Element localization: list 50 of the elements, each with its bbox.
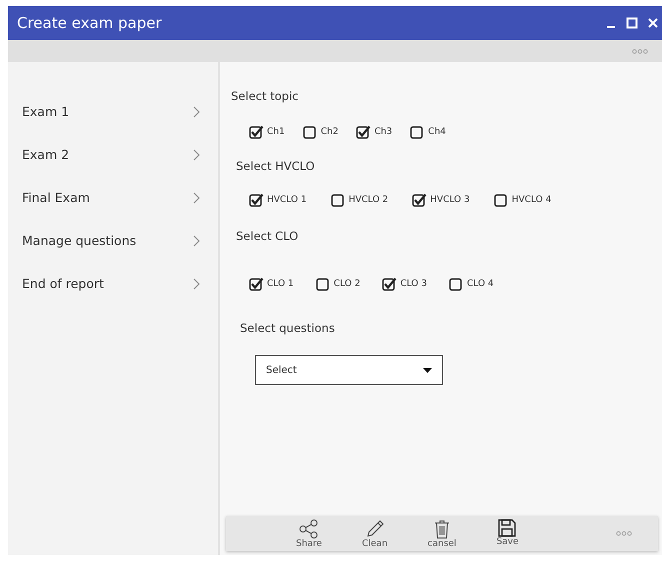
checkbox[interactable] — [249, 193, 264, 207]
toolbar-button[interactable]: Save — [496, 518, 519, 548]
section-label: Select questions — [239, 321, 336, 335]
checkbox-label[interactable]: HVCLO 2 — [348, 195, 388, 205]
section-label: Select CLO — [235, 229, 300, 243]
checkbox[interactable] — [316, 277, 331, 291]
section-label: Select topic — [231, 89, 300, 103]
sidebar-item[interactable]: Exam 1 — [8, 90, 218, 133]
sidebar-item[interactable]: Manage questions — [8, 219, 218, 262]
checkbox[interactable] — [249, 277, 264, 291]
checkbox[interactable] — [330, 193, 346, 207]
close-icon[interactable] — [648, 18, 658, 28]
chevron-icon — [193, 192, 200, 204]
sidebar-item[interactable]: Exam 2 — [8, 133, 218, 176]
checkbox[interactable] — [494, 193, 509, 207]
question-dropdown[interactable]: Select — [255, 355, 443, 385]
section-label: Select HVCLO — [235, 159, 316, 173]
checkbox-label[interactable]: Ch3 — [374, 127, 392, 137]
share-icon — [298, 518, 319, 538]
pencil-icon — [364, 518, 385, 538]
chevron-icon — [193, 148, 200, 160]
checkbox[interactable] — [302, 125, 318, 139]
checkbox[interactable] — [448, 277, 464, 291]
checkbox-label[interactable]: HVCLO 1 — [267, 195, 307, 205]
chevron-icon — [193, 278, 200, 290]
sidebar-item[interactable]: Final Exam — [8, 176, 218, 219]
checkbox-label[interactable]: Ch1 — [267, 127, 285, 137]
chevron-icon — [193, 234, 200, 246]
toolbar-button[interactable]: Share — [296, 518, 322, 548]
maximize-icon[interactable] — [626, 17, 638, 29]
chevron-icon — [193, 106, 200, 118]
toolbar-button[interactable]: Clean — [362, 518, 388, 548]
checkbox-label[interactable]: HVCLO 3 — [430, 195, 470, 205]
checkbox-label[interactable]: Ch2 — [320, 127, 338, 137]
checkbox-label[interactable]: HVCLO 4 — [512, 195, 552, 205]
checkbox-label[interactable]: CLO 1 — [267, 279, 294, 289]
checkbox-label[interactable]: CLO 4 — [466, 279, 494, 289]
checkbox-label[interactable]: CLO 2 — [334, 279, 360, 289]
toolbar-button[interactable]: cansel — [428, 518, 456, 548]
checkbox[interactable] — [412, 193, 428, 207]
window-title: Create exam paper — [17, 14, 162, 32]
checkbox[interactable] — [249, 125, 264, 139]
checkbox[interactable] — [410, 125, 426, 139]
sidebar-item[interactable]: End of report — [8, 262, 218, 305]
checkbox[interactable] — [356, 125, 372, 139]
checkbox-label[interactable]: Ch4 — [428, 127, 446, 137]
trash-icon — [432, 518, 451, 538]
checkbox[interactable] — [382, 277, 398, 291]
checkbox-label[interactable]: CLO 3 — [400, 279, 427, 289]
caret-icon — [423, 368, 432, 372]
